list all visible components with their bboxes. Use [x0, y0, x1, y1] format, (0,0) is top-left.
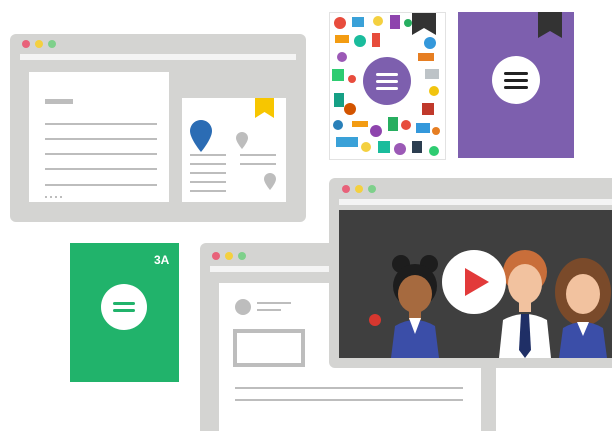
menu-icon-line — [113, 302, 135, 305]
text-line — [240, 163, 276, 165]
close-dot — [342, 185, 350, 193]
maximize-dot — [238, 252, 246, 260]
document-page-right — [182, 98, 286, 202]
text-line — [235, 399, 463, 401]
text-input-box[interactable] — [233, 329, 305, 367]
minimize-dot — [225, 252, 233, 260]
bookmark-icon — [255, 98, 274, 118]
maximize-dot — [368, 185, 376, 193]
menu-button[interactable] — [492, 56, 540, 104]
ellipsis — [45, 196, 65, 198]
text-line — [190, 172, 226, 174]
menu-button[interactable] — [101, 284, 147, 330]
text-line — [257, 302, 291, 304]
text-line — [45, 153, 157, 155]
close-dot — [22, 40, 30, 48]
video-player[interactable] — [339, 210, 612, 358]
map-pin-icon — [264, 173, 276, 190]
text-line — [190, 181, 226, 183]
text-line — [240, 154, 276, 156]
text-line — [45, 168, 157, 170]
bookmark-icon — [412, 13, 436, 35]
menu-icon-line — [376, 73, 398, 76]
text-line — [45, 184, 157, 186]
minimize-dot — [355, 185, 363, 193]
text-line — [45, 138, 157, 140]
text-line — [235, 387, 463, 389]
menu-icon-line — [113, 309, 135, 312]
menu-icon-line — [376, 80, 398, 83]
maximize-dot — [48, 40, 56, 48]
menu-icon-line — [376, 87, 398, 90]
text-line — [45, 123, 157, 125]
avatar — [235, 299, 251, 315]
card-label: 3A — [154, 253, 170, 267]
text-line — [257, 309, 281, 311]
play-icon — [465, 268, 489, 296]
menu-icon-line — [504, 72, 528, 75]
address-bar — [339, 199, 612, 205]
close-dot — [212, 252, 220, 260]
heading-line — [45, 99, 73, 104]
map-pin-icon — [190, 120, 212, 152]
play-button[interactable] — [442, 250, 506, 314]
text-line — [190, 163, 226, 165]
text-line — [190, 154, 226, 156]
minimize-dot — [35, 40, 43, 48]
document-page-left — [29, 72, 169, 202]
text-line — [190, 190, 226, 192]
address-bar — [20, 54, 296, 60]
illustrated-book-cover[interactable] — [329, 12, 446, 160]
purple-book-cover[interactable] — [458, 12, 574, 158]
menu-icon-line — [504, 86, 528, 89]
video-window — [329, 178, 612, 368]
menu-button[interactable] — [363, 57, 411, 105]
document-window — [10, 34, 306, 222]
green-card[interactable]: 3A — [70, 243, 179, 382]
bookmark-icon — [538, 12, 562, 38]
menu-icon-line — [504, 79, 528, 82]
map-pin-icon — [236, 132, 248, 149]
